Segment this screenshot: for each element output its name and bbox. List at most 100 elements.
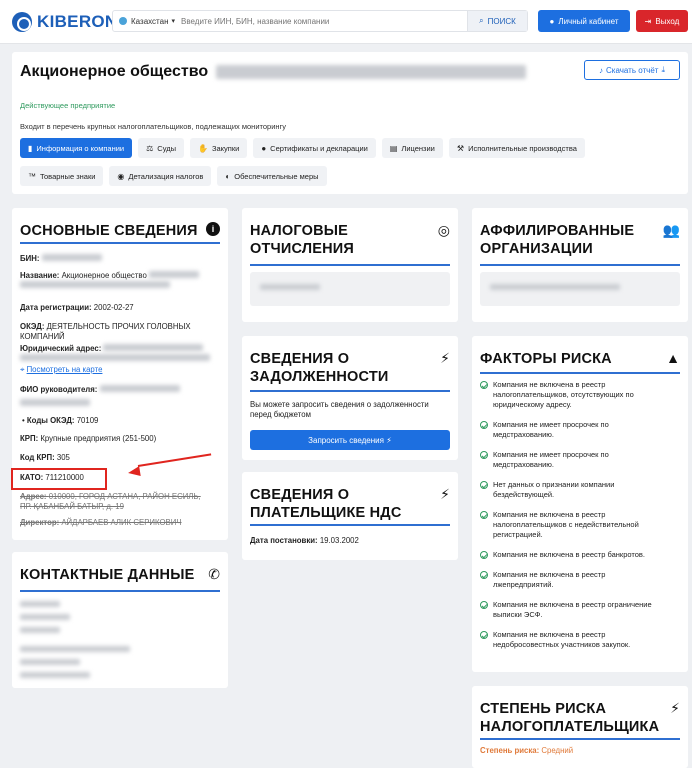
tab-handshake[interactable]: ✋ Закупки (189, 138, 248, 158)
exit-button[interactable]: ⇥ Выход (636, 10, 688, 32)
tab-certificate[interactable]: ● Сертификаты и декларации (253, 138, 376, 158)
check-circle-icon (480, 551, 488, 559)
risk-item-text: Компания не имеет просрочек по медстрахов… (493, 450, 609, 470)
warning-icon: ▲ (666, 350, 680, 366)
old-address-row: Адрес: 010000, ГОРОД АСТАНА, РАЙОН ЕСИЛЬ… (20, 492, 201, 512)
map-link[interactable]: ⌖ Посмотреть на карте (20, 365, 102, 375)
risk-item-text: Компания не имеет просрочек по медстрахов… (493, 420, 609, 440)
affiliated-card: АФФИЛИРОВАННЫЕ ОРГАНИЗАЦИИ 👥 (472, 208, 688, 322)
krp-code-label: Код КРП: (20, 453, 55, 462)
redacted-placeholder (490, 284, 620, 290)
bin-label: БИН: (20, 254, 40, 263)
risk-degree-value: Средний (541, 746, 574, 755)
check-circle-icon (480, 481, 488, 489)
tabs-row-2: ™ Товарные знаки ◉ Детализация налогов ◐ Обес… (20, 166, 327, 186)
risk-item-line: Компания не включена в реестр (493, 630, 606, 639)
tab-shield[interactable]: ◐ Обеспечительные меры (217, 166, 327, 186)
document-icon: ▤ (389, 143, 398, 153)
tab-building[interactable]: ▮ Информация о компании (20, 138, 133, 158)
search-input[interactable] (181, 16, 452, 26)
risk-item-line: Компания не включена в реестр (493, 510, 606, 519)
tab-label: Суды (157, 143, 176, 153)
risk-item-line: лжепредприятий. (493, 580, 554, 589)
oked-value-2: КОМПАНИЙ (20, 332, 65, 341)
company-title-prefix: Акционерное общество (20, 63, 209, 80)
old-director-label: Директор: (20, 518, 60, 527)
oked-codes-value: 70109 (76, 416, 99, 425)
risk-item-text: Компания не включена в реестр налогоплате… (493, 380, 634, 410)
tab-label: Исполнительные производства (468, 143, 577, 153)
risk-item: Компания не включена в реестр налогоплате… (480, 510, 639, 540)
contacts-redacted (20, 600, 130, 681)
tab-hammer[interactable]: ⚒ Исполнительные производства (448, 138, 585, 158)
risk-factors-card: ФАКТОРЫ РИСКА ▲ Компания не включена в р… (472, 336, 688, 672)
check-circle-icon (480, 511, 488, 519)
trademark-icon: ™ (28, 171, 36, 181)
cabinet-button[interactable]: ● Личный кабинет (538, 10, 630, 32)
risk-item: Компания не включена в реестр недобросове… (480, 630, 630, 650)
vat-title: СВЕДЕНИЯ О ПЛАТЕЛЬЩИКЕ НДС (250, 486, 402, 522)
download-report-button[interactable]: ♪ Скачать отчёт ⤓ (584, 60, 680, 80)
tabs-row-1: ▮ Информация о компании ⚖ Суды ✋ Закупки ● Серт… (20, 138, 585, 158)
old-address-value-2: ПР. ҚАБАНБАЙ БАТЫР, д. 19 (20, 502, 124, 511)
krp-value: Крупные предприятия (251-500) (40, 434, 157, 443)
coins-icon: ◉ (117, 171, 125, 181)
debt-note-line-2: перед бюджетом (250, 410, 311, 419)
risk-item-line: юридическому адресу. (493, 400, 572, 409)
debt-note: Вы можете запросить сведения о задолженн… (250, 400, 429, 420)
phone-icon: ✆ (208, 566, 220, 582)
krp-code-value: 305 (56, 453, 70, 462)
tab-coins[interactable]: ◉ Детализация налогов (109, 166, 212, 186)
check-circle-icon (480, 631, 488, 639)
tab-label: Обеспечительные меры (234, 171, 319, 181)
certificate-icon: ● (261, 143, 267, 153)
debt-title-line-2: ЗАДОЛЖЕННОСТИ (250, 369, 389, 385)
risk-item-line: Компания не включена в реестр (493, 380, 606, 389)
risk-item-line: Компания не включена в реестр банкротов. (493, 550, 645, 559)
request-debt-button[interactable]: Запросить сведения ⚡ (250, 430, 450, 450)
logout-icon: ⇥ (644, 16, 652, 26)
krp-row: КРП: Крупные предприятия (251-500) (20, 434, 156, 444)
title-underline (20, 242, 220, 244)
risk-degree-title-line-2: НАЛОГОПЛАТЕЛЬЩИКА (480, 719, 660, 735)
risk-degree-row: Степень риска: Средний (480, 746, 573, 756)
risk-item-line: Компания не имеет просрочек по (493, 420, 609, 429)
reg-date-value: 2002-02-27 (93, 303, 134, 312)
tax-title-line-1: НАЛОГОВЫЕ (250, 223, 349, 239)
title-underline (250, 264, 450, 266)
search-button[interactable]: ⌕ ПОИСК (467, 11, 527, 31)
vat-title-line-1: СВЕДЕНИЯ О (250, 487, 350, 503)
tab-scales[interactable]: ⚖ Суды (138, 138, 184, 158)
check-circle-icon (480, 381, 488, 389)
redacted-company-name (216, 65, 527, 79)
risk-item-line: Компания не имеет просрочек по (493, 450, 609, 459)
risk-item: Компания не имеет просрочек по медстрахов… (480, 450, 609, 470)
tab-label: Товарные знаки (40, 171, 96, 181)
risk-item-line: регистрацией. (493, 530, 543, 539)
oked-codes-row: • Коды ОКЭД: 70109 (22, 416, 98, 426)
affiliated-title-line-1: АФФИЛИРОВАННЫЕ (480, 223, 635, 239)
country-select[interactable]: Казахстан ▾ (113, 17, 175, 26)
cabinet-button-label: Личный кабинет (558, 16, 619, 26)
tax-card: НАЛОГОВЫЕ ОТЧИСЛЕНИЯ ◎ (242, 208, 458, 322)
tab-trademark[interactable]: ™ Товарные знаки (20, 166, 104, 186)
search-button-label: ПОИСК (487, 16, 516, 26)
oked-row: ОКЭД: ДЕЯТЕЛЬНОСТЬ ПРОЧИХ ГОЛОВНЫХ КОМПА… (20, 322, 191, 342)
hammer-icon: ⚒ (456, 143, 465, 153)
risk-factors-title: ФАКТОРЫ РИСКА (480, 351, 612, 367)
risk-degree-card: СТЕПЕНЬ РИСКА НАЛОГОПЛАТЕЛЬЩИКА ⚡ Степен… (472, 686, 688, 768)
tab-label: Информация о компании (36, 143, 125, 153)
risk-degree-label: Степень риска: (480, 746, 540, 755)
tab-document[interactable]: ▤ Лицензии (381, 138, 443, 158)
title-underline (480, 372, 680, 374)
tax-title: НАЛОГОВЫЕ ОТЧИСЛЕНИЯ (250, 222, 354, 258)
risk-item-line: выписки ЭСФ. (493, 610, 543, 619)
lightning-icon: ⚡ (440, 350, 450, 366)
vat-date-row: Дата постановки: 19.03.2002 (250, 536, 359, 546)
top-header: KIBERON Казахстан ▾ ⌕ ПОИСК ● Личный каб… (0, 0, 692, 44)
building-icon: ▮ (28, 143, 33, 153)
contacts-card: КОНТАКТНЫЕ ДАННЫЕ ✆ (12, 552, 228, 688)
lightning-icon: ⚡ (440, 486, 450, 502)
redacted-line (20, 614, 70, 620)
logo[interactable]: KIBERON (12, 12, 118, 32)
